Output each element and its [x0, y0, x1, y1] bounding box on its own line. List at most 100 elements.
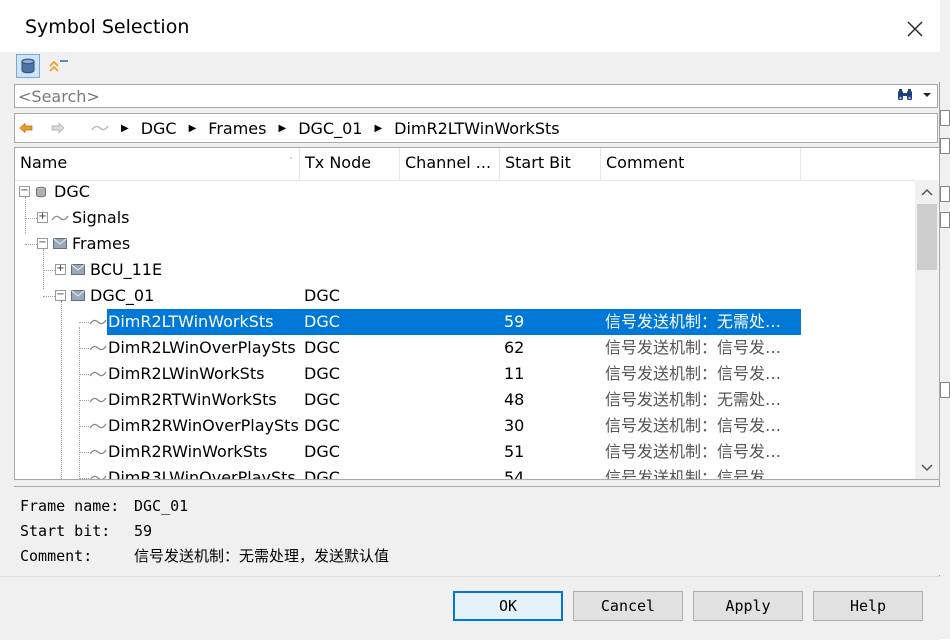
table-row[interactable]: DimR2LWinWorkSts DGC 11 信号发送机制：信号发…	[15, 361, 915, 387]
comment-cell: 信号发送机制：信号发…	[605, 468, 782, 480]
help-button[interactable]: Help	[813, 591, 923, 621]
tx-node-cell: DGC	[304, 312, 340, 331]
tx-node-cell: DGC	[304, 416, 340, 435]
expand-toggle-icon[interactable]: +	[37, 212, 48, 223]
apply-button[interactable]: Apply	[693, 591, 803, 621]
tree-node-label: DGC	[54, 182, 90, 201]
frame-envelope-icon	[71, 264, 85, 275]
tree-node-label: BCU_11E	[90, 260, 163, 279]
back-arrow-icon[interactable]	[19, 122, 33, 134]
signal-wave-icon	[89, 345, 107, 351]
frame-envelope-icon	[71, 290, 85, 301]
signal-name-cell: DimR3LWinOverPlaySts	[108, 468, 296, 480]
forward-arrow-icon[interactable]	[51, 122, 65, 134]
start-bit-cell: 11	[504, 364, 525, 383]
sort-indicator-icon: ˊ	[288, 157, 293, 168]
database-view-button[interactable]	[16, 54, 40, 78]
column-header-name[interactable]: Name ˊ	[15, 148, 300, 180]
comment-cell: 信号发送机制：信号发…	[605, 442, 782, 461]
scrollbar-thumb[interactable]	[917, 204, 937, 270]
collapse-toggle-icon[interactable]: −	[19, 186, 30, 197]
tx-node-cell: DGC	[304, 442, 340, 461]
comment-cell: 信号发送机制：信号发…	[605, 338, 782, 357]
start-bit-cell: 51	[504, 442, 525, 461]
tx-node-cell: DGC	[304, 468, 340, 480]
symbol-tree: Name ˊ Tx Node Channel ... Start Bit Comm…	[14, 147, 940, 480]
start-bit-cell: 54	[504, 468, 525, 480]
title-bar: Symbol Selection	[0, 0, 940, 52]
detail-comment: Comment: 信号发送机制：无需处理，发送默认值	[20, 547, 390, 565]
tree-node-frame-bcu-11e[interactable]: + BCU_11E	[15, 257, 915, 283]
scroll-down-button[interactable]	[915, 456, 939, 479]
tree-node-frames[interactable]: − Frames	[15, 231, 915, 257]
breadcrumb-item-dgc-01[interactable]: DGC_01	[298, 119, 362, 138]
toolbar	[0, 52, 940, 82]
collapse-toggle-icon[interactable]: −	[55, 290, 66, 301]
table-row[interactable]: DimR2LWinOverPlaySts DGC 62 信号发送机制：信号发…	[15, 335, 915, 361]
comment-cell: 信号发送机制：无需处…	[605, 390, 782, 409]
ok-button[interactable]: OK	[453, 591, 563, 621]
column-header-tx-node[interactable]: Tx Node	[300, 148, 400, 180]
expand-toggle-icon[interactable]: +	[55, 264, 66, 275]
signal-name-cell: DimR2LTWinWorkSts	[108, 312, 274, 331]
column-header-row: Name ˊ Tx Node Channel ... Start Bit Comm…	[15, 148, 915, 181]
signal-wave-icon	[91, 125, 109, 131]
database-icon	[36, 186, 46, 198]
start-bit-cell: 30	[504, 416, 525, 435]
tree-node-signals[interactable]: + Signals	[15, 205, 915, 231]
signal-name-cell: DimR2LWinWorkSts	[108, 364, 265, 383]
symbol-selection-dialog: Symbol Selection <Search> ▶ DGC ▶ Frames…	[0, 0, 940, 640]
breadcrumb-separator-icon: ▶	[188, 122, 197, 134]
signal-wave-icon	[89, 371, 107, 377]
signal-wave-icon	[89, 319, 107, 325]
vertical-scrollbar[interactable]	[915, 180, 939, 479]
breadcrumb-separator-icon: ▶	[121, 122, 129, 134]
column-header-channel[interactable]: Channel ...	[400, 148, 500, 180]
table-row[interactable]: DimR2RTWinWorkSts DGC 48 信号发送机制：无需处…	[15, 387, 915, 413]
signal-wave-icon	[89, 449, 107, 455]
comment-cell: 信号发送机制：信号发…	[605, 416, 782, 435]
collapse-all-button[interactable]	[46, 54, 70, 78]
signal-name-cell: DimR2LWinOverPlaySts	[108, 338, 296, 357]
close-button[interactable]	[892, 10, 938, 48]
tx-node-cell: DGC	[304, 286, 340, 305]
signal-wave-icon	[89, 475, 107, 479]
dialog-button-bar: OK Cancel Apply Help	[0, 576, 940, 640]
chevron-down-icon	[921, 464, 933, 472]
detail-start-bit: Start bit: 59	[20, 522, 153, 540]
table-row[interactable]: DimR2LTWinWorkSts DGC 59 信号发送机制：无需处…	[15, 309, 915, 335]
close-icon	[907, 21, 923, 37]
search-input[interactable]	[18, 86, 878, 106]
search-box	[14, 84, 938, 108]
breadcrumb-item-signal[interactable]: DimR2LTWinWorkSts	[394, 119, 559, 138]
start-bit-cell: 62	[504, 338, 525, 357]
column-header-comment[interactable]: Comment	[601, 148, 801, 180]
details-panel: Frame name: DGC_01 Start bit: 59 Comment: 信…	[14, 486, 940, 575]
start-bit-cell: 48	[504, 390, 525, 409]
tree-rows: − DGC + Signals − Frames + BCU_11E − DGC…	[15, 179, 915, 480]
tx-node-cell: DGC	[304, 364, 340, 383]
start-bit-cell: 59	[504, 312, 525, 331]
collapse-toggle-icon[interactable]: −	[37, 238, 48, 249]
frame-envelope-icon	[53, 238, 67, 249]
tree-node-label: DGC_01	[90, 286, 155, 305]
breadcrumb-item-dgc[interactable]: DGC	[141, 119, 177, 138]
scroll-up-button[interactable]	[915, 180, 939, 204]
signal-name-cell: DimR2RTWinWorkSts	[108, 390, 277, 409]
table-row[interactable]: DimR2RWinWorkSts DGC 51 信号发送机制：信号发…	[15, 439, 915, 465]
cancel-button[interactable]: Cancel	[573, 591, 683, 621]
signal-wave-icon	[89, 423, 107, 429]
comment-cell: 信号发送机制：信号发…	[605, 364, 782, 383]
dropdown-arrow-icon[interactable]	[923, 92, 931, 98]
table-row[interactable]: DimR2RWinOverPlaySts DGC 30 信号发送机制：信号发…	[15, 413, 915, 439]
breadcrumb-separator-icon: ▶	[374, 122, 383, 134]
breadcrumb-item-frames[interactable]: Frames	[208, 119, 266, 138]
tree-node-label: Frames	[72, 234, 131, 253]
window-title: Symbol Selection	[25, 16, 190, 38]
table-row[interactable]: DimR3LWinOverPlaySts DGC 54 信号发送机制：信号发…	[15, 465, 915, 480]
signal-wave-icon	[51, 215, 69, 221]
binoculars-icon[interactable]	[897, 88, 913, 102]
tree-node-frame-dgc-01[interactable]: − DGC_01 DGC	[15, 283, 915, 309]
column-header-start-bit[interactable]: Start Bit	[500, 148, 601, 180]
tree-node-root[interactable]: − DGC	[15, 179, 915, 205]
